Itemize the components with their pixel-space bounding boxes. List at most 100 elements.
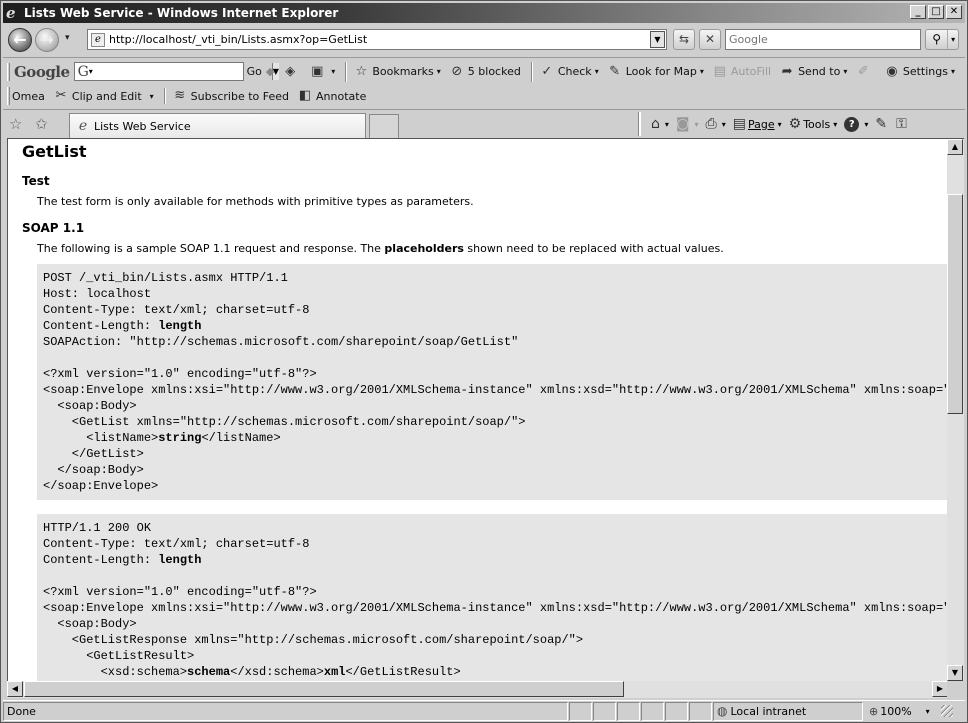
gear-icon: ⚙ bbox=[788, 116, 802, 132]
page-content: GetList Test The test form is only avail… bbox=[22, 139, 947, 681]
rss-icon: ≋ bbox=[174, 88, 186, 103]
recent-pages-dropdown[interactable]: ▾ bbox=[65, 33, 70, 43]
magic-wand-icon: ✎ bbox=[609, 63, 621, 79]
status-pane bbox=[689, 701, 712, 721]
code-line: Content-Length: length bbox=[43, 319, 202, 333]
horizontal-scrollbar[interactable]: ◀ ▶ bbox=[7, 681, 948, 698]
google-g-dropdown-icon[interactable]: ▾ bbox=[89, 67, 93, 76]
code-line: HTTP/1.1 200 OK bbox=[43, 521, 152, 535]
feeds-icon: ◙ bbox=[675, 116, 690, 132]
toolbar-grip[interactable] bbox=[7, 87, 10, 105]
ie-logo-icon: e bbox=[6, 4, 16, 22]
google-toolbar-item-bookmarks[interactable]: ☆ Bookmarks ▾ bbox=[353, 64, 440, 80]
toolbar-divider bbox=[345, 61, 348, 82]
page-icon: ▤ bbox=[732, 116, 746, 132]
horizontal-scroll-thumb[interactable] bbox=[24, 681, 624, 697]
google-toolbar-item-look-for-map[interactable]: ✎ Look for Map ▾ bbox=[607, 64, 704, 80]
back-button[interactable]: ← bbox=[8, 28, 32, 52]
code-line: Content-Type: text/xml; charset=utf-8 bbox=[43, 537, 310, 551]
stop-button[interactable]: ✕ bbox=[699, 29, 721, 50]
scrollbar-corner bbox=[947, 681, 964, 698]
code-line: Content-Type: text/xml; charset=utf-8 bbox=[43, 303, 310, 317]
placeholders-term: placeholders bbox=[384, 242, 464, 255]
google-toolbar-item-news[interactable]: ◈ bbox=[282, 64, 301, 80]
scroll-up-button[interactable]: ▲ bbox=[947, 139, 963, 155]
code-line: <xsd:schema>schema</xsd:schema>xml</GetL… bbox=[43, 665, 461, 679]
scroll-left-button[interactable]: ◀ bbox=[7, 681, 23, 697]
status-text: Done bbox=[3, 701, 568, 721]
browser-window: e Lists Web Service - Windows Internet E… bbox=[0, 0, 968, 723]
zoom-dropdown-icon[interactable]: ▾ bbox=[926, 707, 930, 716]
vertical-scroll-thumb[interactable] bbox=[947, 194, 963, 414]
google-toolbar-item-send-to[interactable]: ➦ Send to ▾ bbox=[779, 64, 848, 80]
scroll-down-button[interactable]: ▼ bbox=[947, 665, 963, 681]
home-button[interactable]: ⌂ ▾ bbox=[651, 116, 669, 132]
security-zone[interactable]: ◍ Local intranet bbox=[713, 701, 863, 721]
code-line: SOAPAction: "http://schemas.microsoft.co… bbox=[43, 335, 519, 349]
print-button[interactable]: ⎙ ▾ bbox=[706, 116, 726, 132]
minimize-button[interactable]: _ bbox=[910, 5, 926, 19]
address-bar: e ▼ bbox=[87, 29, 667, 50]
zoom-control[interactable]: ⊕ 100% ▾ bbox=[869, 702, 933, 721]
address-input[interactable] bbox=[109, 33, 650, 46]
zoom-level: 100% bbox=[880, 704, 912, 718]
toolbar-item-subscribe-feed[interactable]: ≋ Subscribe to Feed bbox=[172, 88, 289, 104]
toolbar-divider bbox=[163, 88, 166, 104]
add-favorites-icon[interactable]: ✩ bbox=[35, 115, 48, 133]
status-bar: Done ◍ Local intranet ⊕ 100% ▾ bbox=[3, 700, 965, 721]
toolbar-item-annotate[interactable]: ◧ Annotate bbox=[297, 88, 367, 104]
star-icon: ☆ bbox=[355, 63, 368, 79]
tab-label: Lists Web Service bbox=[94, 119, 191, 133]
blog-icon: ⚿ bbox=[896, 116, 907, 132]
forward-button[interactable]: → bbox=[35, 28, 59, 52]
vertical-scrollbar[interactable]: ▲ ▼ bbox=[947, 138, 964, 681]
toolbar-grip[interactable] bbox=[7, 62, 10, 81]
feeds-button[interactable]: ◙ ▾ bbox=[676, 116, 699, 132]
search-input[interactable] bbox=[726, 30, 920, 49]
google-toolbar-item-highlight[interactable]: ✐ bbox=[855, 64, 874, 80]
blog-button[interactable]: ⚿ bbox=[896, 116, 909, 132]
toolbar-item-clip-and-edit[interactable]: ✂ Clip and Edit ▾ bbox=[53, 88, 153, 104]
status-pane bbox=[593, 701, 616, 721]
status-pane bbox=[569, 701, 592, 721]
tab-row: ☆ ✩ e Lists Web Service ⌂ ▾ ◙ ▾ ⎙ ▾ ▤ Page ▾ … bbox=[3, 109, 965, 138]
google-toolbar-item-spellcheck[interactable]: ✓ Check ▾ bbox=[539, 64, 598, 80]
autofill-icon: ▤ bbox=[713, 63, 726, 79]
search-options-dropdown-icon[interactable]: ▾ bbox=[947, 30, 958, 49]
command-bar: ⌂ ▾ ◙ ▾ ⎙ ▾ ▤ Page ▾ ⚙ Tools ▾ ? ▾ ✎ ⚿ bbox=[639, 112, 916, 136]
page-menu[interactable]: ▤ Page ▾ bbox=[733, 116, 782, 132]
favorites-center-icon[interactable]: ☆ bbox=[9, 115, 22, 133]
code-line: <?xml version="1.0" encoding="utf-8"?> bbox=[43, 367, 317, 381]
search-icon[interactable]: ⚲ bbox=[926, 30, 947, 49]
test-description: The test form is only available for meth… bbox=[37, 195, 474, 208]
highlighter-icon: ✐ bbox=[857, 63, 869, 79]
research-icon: ✎ bbox=[875, 116, 888, 132]
close-button[interactable]: ✕ bbox=[946, 5, 962, 19]
code-line: Content-Length: length bbox=[43, 553, 202, 567]
search-box bbox=[725, 29, 921, 50]
new-tab-button[interactable] bbox=[369, 114, 399, 138]
google-go-button[interactable]: Go ◆ bbox=[247, 65, 275, 78]
clip-edit-icon: ✂ bbox=[55, 88, 67, 103]
research-button[interactable]: ✎ bbox=[875, 116, 889, 132]
google-toolbar-item-autofill[interactable]: ▤ AutoFill bbox=[712, 64, 771, 80]
scroll-right-button[interactable]: ▶ bbox=[932, 681, 948, 697]
code-line: <GetList xmlns="http://schemas.microsoft… bbox=[43, 415, 526, 429]
google-toolbar-item-popup-blocker[interactable]: ⊘ 5 blocked bbox=[449, 64, 521, 80]
address-dropdown-icon[interactable]: ▼ bbox=[650, 31, 665, 48]
tools-menu[interactable]: ⚙ Tools ▾ bbox=[789, 116, 838, 132]
toolbar-item-omea[interactable]: Omea bbox=[12, 90, 45, 103]
help-menu[interactable]: ? ▾ bbox=[844, 116, 868, 132]
refresh-button[interactable]: ⇆ bbox=[673, 29, 695, 50]
google-search-input[interactable] bbox=[94, 63, 272, 80]
google-toolbar-settings[interactable]: ◉ Settings ▾ bbox=[884, 64, 955, 80]
google-logo[interactable]: Google bbox=[14, 63, 70, 81]
maximize-button[interactable]: □ bbox=[928, 5, 944, 19]
google-toolbar-item-pagerank[interactable]: ▣ ▾ bbox=[309, 64, 335, 80]
pagerank-icon: ▣ bbox=[311, 63, 324, 79]
resize-grip[interactable] bbox=[941, 705, 953, 717]
links-toolbar: Omea ✂ Clip and Edit ▾ ≋ Subscribe to Feed … bbox=[3, 85, 965, 107]
status-pane bbox=[665, 701, 688, 721]
tab-lists-web-service[interactable]: e Lists Web Service bbox=[69, 113, 366, 138]
google-g-icon[interactable]: G bbox=[78, 64, 89, 80]
